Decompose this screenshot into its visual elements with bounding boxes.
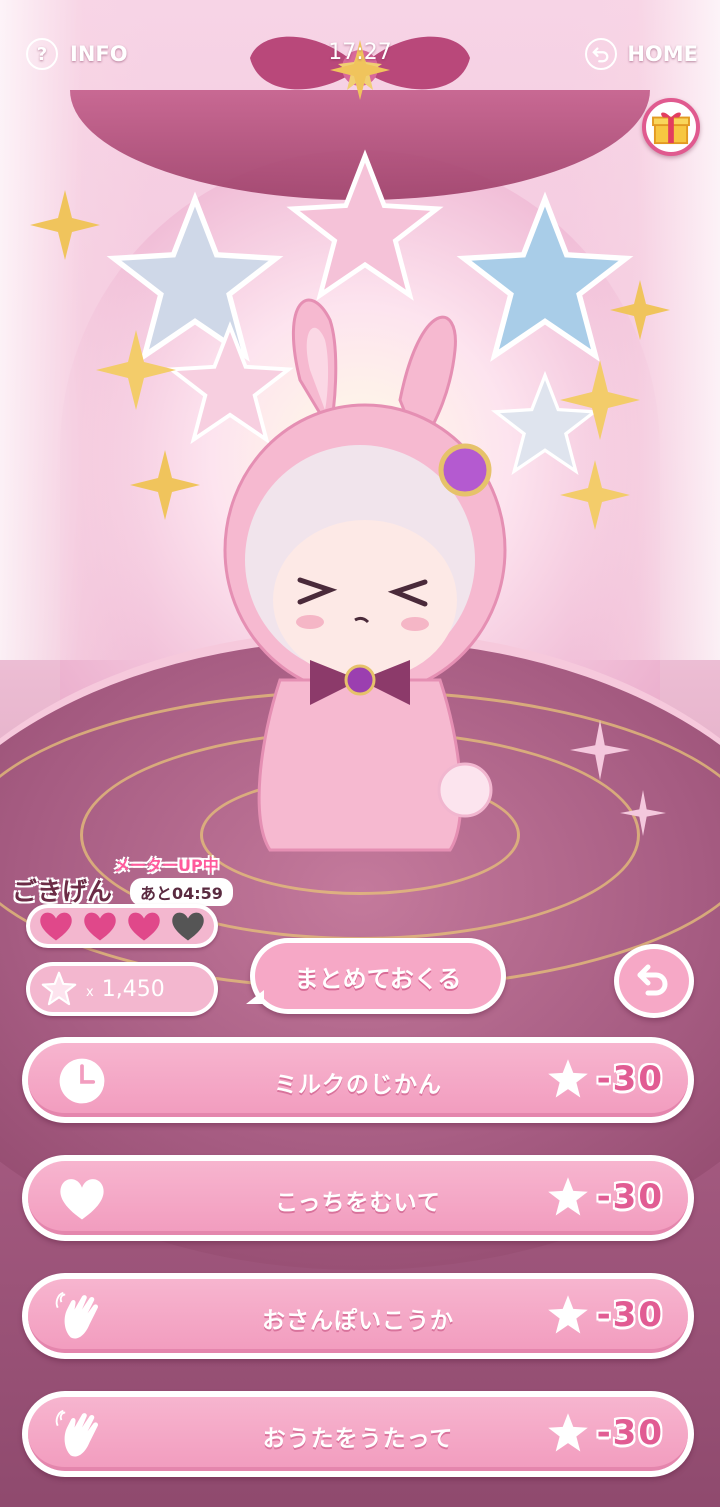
meter-up-badge: メーターUP中	[114, 856, 219, 875]
send-all-label: まとめておくる	[255, 943, 501, 1009]
pink-sparkle-icon	[620, 790, 666, 836]
home-button[interactable]: HOME	[585, 38, 698, 70]
back-button[interactable]	[614, 944, 694, 1018]
undo-arrow-icon	[637, 964, 668, 996]
mood-label: ごきげん	[12, 877, 113, 906]
star-icon	[547, 1177, 588, 1216]
send-all-button[interactable]: まとめておくる	[250, 938, 506, 1014]
star-icon	[547, 1295, 588, 1334]
heart-empty-icon	[172, 912, 204, 941]
action-cost: -30	[596, 1059, 664, 1099]
top-bar: ? INFO 17:27 HOME	[0, 0, 720, 110]
star-icon	[547, 1059, 588, 1098]
gold-sparkle-icon	[560, 460, 630, 530]
action-cost: -30	[596, 1295, 664, 1335]
gift-icon	[652, 112, 690, 145]
action-walk-button[interactable]: おさんぽいこうか -30	[22, 1273, 694, 1359]
star-currency-counter: x 1,450	[26, 962, 218, 1016]
heart-filled-icon	[40, 912, 72, 941]
action-sing-button[interactable]: おうたをうたって -30	[22, 1391, 694, 1477]
heart-filled-icon	[84, 912, 116, 941]
action-look-here-button[interactable]: こっちをむいて -30	[22, 1155, 694, 1241]
star-count-value: 1,450	[101, 976, 165, 1002]
gold-sparkle-icon	[560, 360, 640, 440]
gold-sparkle-icon	[30, 190, 100, 260]
home-label: HOME	[627, 42, 698, 66]
gift-box-button[interactable]	[642, 98, 700, 156]
action-milk-time-button[interactable]: ミルクのじかん -30	[22, 1037, 694, 1123]
mood-timer: あと04:59	[130, 878, 233, 906]
speech-bubble-tail	[246, 990, 264, 1004]
star-count-prefix: x	[86, 984, 94, 1000]
heart-filled-icon	[128, 912, 160, 941]
star-icon	[41, 971, 77, 1006]
action-cost: -30	[596, 1413, 664, 1453]
character-bunny-costume[interactable]	[190, 260, 510, 880]
hearts-row	[30, 908, 214, 944]
pink-sparkle-icon	[570, 720, 630, 780]
mood-hearts-meter	[26, 904, 218, 948]
action-cost: -30	[596, 1177, 664, 1217]
gold-sparkle-icon	[610, 280, 670, 340]
gold-sparkle-icon	[96, 330, 176, 410]
star-icon	[547, 1413, 588, 1452]
return-arrow-icon	[585, 38, 618, 70]
